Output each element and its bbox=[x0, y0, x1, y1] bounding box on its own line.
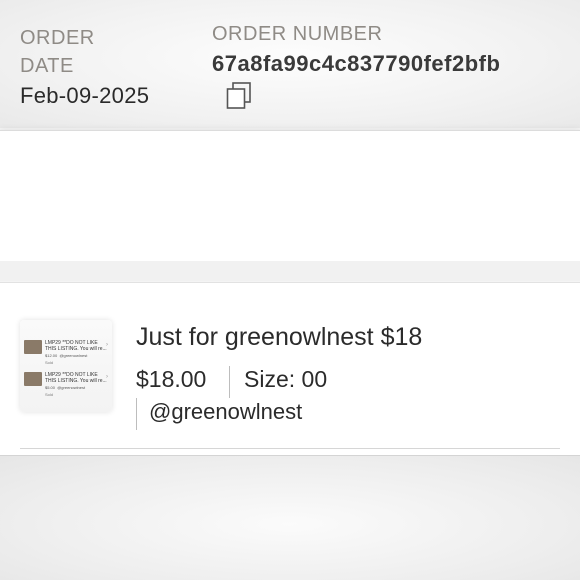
thumbnail-listing-image bbox=[24, 340, 42, 354]
order-date-value: Feb-09-2025 bbox=[20, 83, 150, 108]
order-date-label: ORDER DATE bbox=[20, 27, 95, 77]
order-details-panel bbox=[0, 130, 580, 262]
copy-icon[interactable] bbox=[226, 82, 252, 110]
thumbnail-listing-row: LMP29 **DO NOT LIKE THIS LISTING. You wi… bbox=[24, 340, 110, 376]
divider bbox=[229, 366, 230, 398]
chevron-right-icon: › bbox=[106, 374, 108, 380]
thumbnail-listing-status: Sold bbox=[45, 360, 54, 365]
thumbnail-listing-image bbox=[24, 372, 42, 386]
item-price: $18.00 bbox=[136, 366, 207, 392]
thumbnail-listing-text: LMP29 **DO NOT LIKE THIS LISTING. You wi… bbox=[45, 372, 107, 384]
item-title[interactable]: Just for greenowlnest $18 bbox=[136, 323, 422, 352]
item-size: Size: 00 bbox=[244, 366, 328, 392]
thumbnail-listing-price: $5.00 @greenowlnest bbox=[45, 385, 86, 390]
divider bbox=[136, 398, 137, 430]
thumbnail-listing-price: $12.00 @greenowlnest bbox=[45, 353, 88, 358]
thumbnail-listing-status: Sold bbox=[45, 392, 54, 397]
item-thumbnail[interactable]: LMP29 **DO NOT LIKE THIS LISTING. You wi… bbox=[20, 320, 112, 412]
chevron-right-icon: › bbox=[106, 342, 108, 348]
item-seller[interactable]: @greenowlnest bbox=[149, 399, 302, 425]
order-number-value: 67a8fa99c4c837790fef2bfb bbox=[212, 51, 501, 76]
section-gap bbox=[0, 261, 580, 281]
order-number-label: ORDER NUMBER bbox=[212, 23, 383, 45]
background-blur-bottom bbox=[0, 456, 580, 580]
thumbnail-listing-row: LMP29 **DO NOT LIKE THIS LISTING. You wi… bbox=[24, 372, 110, 408]
item-divider-line bbox=[20, 448, 560, 449]
thumbnail-listing-text: LMP29 **DO NOT LIKE THIS LISTING. You wi… bbox=[45, 340, 107, 352]
